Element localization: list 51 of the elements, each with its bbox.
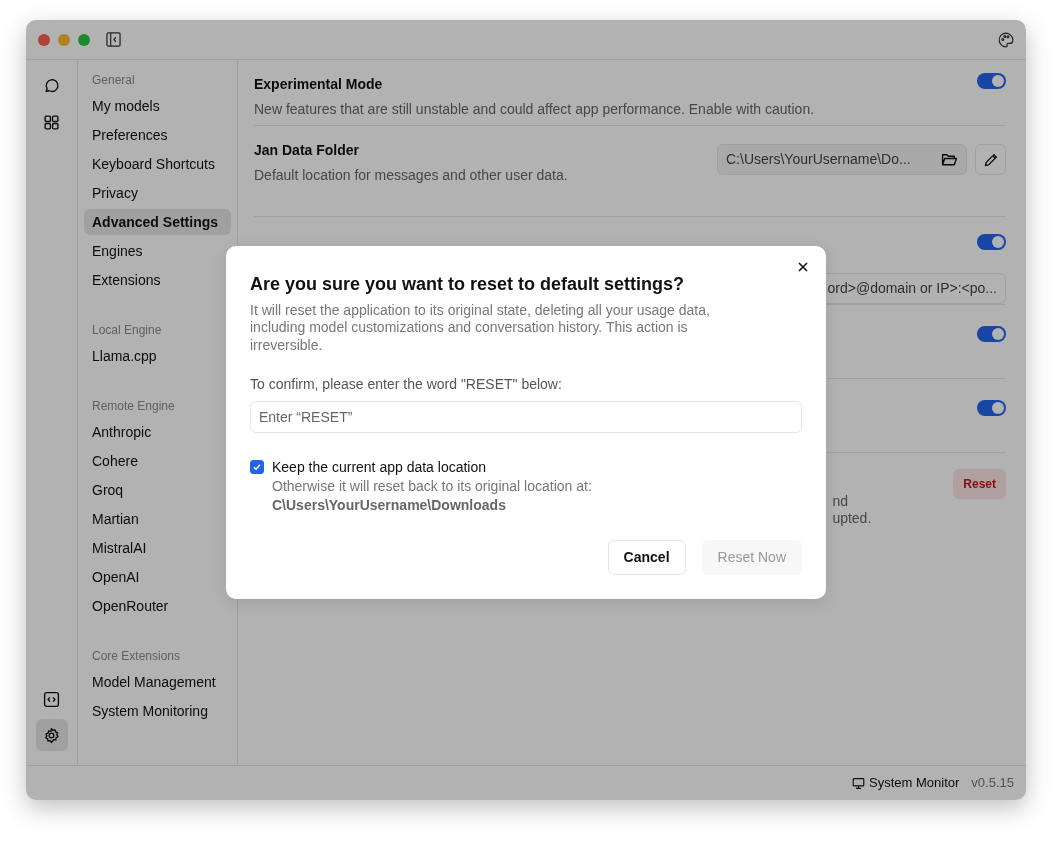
- sidebar-item[interactable]: Privacy: [84, 180, 231, 206]
- folder-path-field[interactable]: C:\Users\YourUsername\Do...: [717, 144, 967, 175]
- close-icon[interactable]: [796, 260, 810, 274]
- reset-input-field[interactable]: Enter “RESET”: [250, 401, 802, 434]
- cancel-button[interactable]: Cancel: [607, 539, 686, 575]
- close-window-button[interactable]: [38, 33, 50, 46]
- toggle-switch[interactable]: [977, 326, 1006, 342]
- sidebar-item[interactable]: Cohere: [84, 448, 231, 474]
- data-path: C\Users\YourUsername\Downloads: [272, 495, 507, 515]
- sidebar-item[interactable]: Keyboard Shortcuts: [84, 151, 231, 177]
- pencil-icon[interactable]: [982, 151, 999, 168]
- dialog-message: It will reset the application to its original state, deleting all your usage data, including model customizations and conversation history. This action is irreversible.: [250, 301, 711, 355]
- reset-button[interactable]: Reset: [953, 469, 1006, 499]
- setting-title: Experimental Mode: [254, 75, 384, 94]
- sidebar-item[interactable]: System Monitoring: [84, 698, 231, 724]
- folder-icon[interactable]: [941, 151, 958, 168]
- sidebar-item[interactable]: Advanced Settings: [84, 209, 231, 235]
- section-heading: Local Engine: [91, 322, 163, 339]
- dialog-title: Are you sure you want to reset to default settings?: [250, 274, 686, 296]
- settings-icon[interactable]: [35, 719, 68, 751]
- sidebar-item[interactable]: My models: [84, 93, 231, 119]
- sidebar-item[interactable]: MistralAI: [84, 535, 231, 561]
- palette-icon[interactable]: [998, 31, 1014, 48]
- sidebar-item[interactable]: Martian: [84, 506, 231, 532]
- sidebar-item[interactable]: Llama.cpp: [84, 343, 231, 369]
- sidebar-item[interactable]: Extensions: [84, 267, 231, 293]
- sidebar-item[interactable]: Groq: [84, 477, 231, 503]
- sidebar-item[interactable]: OpenAI: [84, 564, 231, 590]
- sidebar-item[interactable]: OpenRouter: [84, 593, 231, 619]
- sidebar-item[interactable]: Preferences: [84, 122, 231, 148]
- setting-description: Default location for messages and other user data.: [254, 166, 568, 185]
- setting-description: New features that are still unstable and could affect app performance. Enable with caution.: [254, 100, 815, 119]
- toggle-switch[interactable]: [977, 73, 1006, 89]
- checkbox-note: Otherwise it will reset back to its original location at:: [272, 478, 592, 495]
- confirm-label: To confirm, please enter the word "RESET" below:: [250, 375, 563, 395]
- checkbox-label: Keep the current app data location: [272, 458, 488, 478]
- toggle-switch[interactable]: [977, 400, 1006, 416]
- monitor-icon: [852, 776, 866, 790]
- setting-title: Jan Data Folder: [254, 141, 361, 160]
- sidebar-item[interactable]: Engines: [84, 238, 231, 264]
- section-heading: General: [91, 72, 136, 89]
- section-heading: Remote Engine: [91, 398, 176, 415]
- edit-button[interactable]: [975, 144, 1006, 175]
- section-heading: Core Extensions: [91, 648, 182, 665]
- setting-description: nd upted.: [832, 493, 872, 528]
- version-label: v0.5.15: [971, 774, 1014, 793]
- system-monitor-link[interactable]: System Monitor: [869, 773, 960, 793]
- toggle-switch[interactable]: [977, 234, 1006, 250]
- sidebar-collapse-icon[interactable]: [106, 32, 121, 47]
- sidebar-item[interactable]: Anthropic: [84, 419, 231, 445]
- sidebar-item[interactable]: Model Management: [84, 669, 231, 695]
